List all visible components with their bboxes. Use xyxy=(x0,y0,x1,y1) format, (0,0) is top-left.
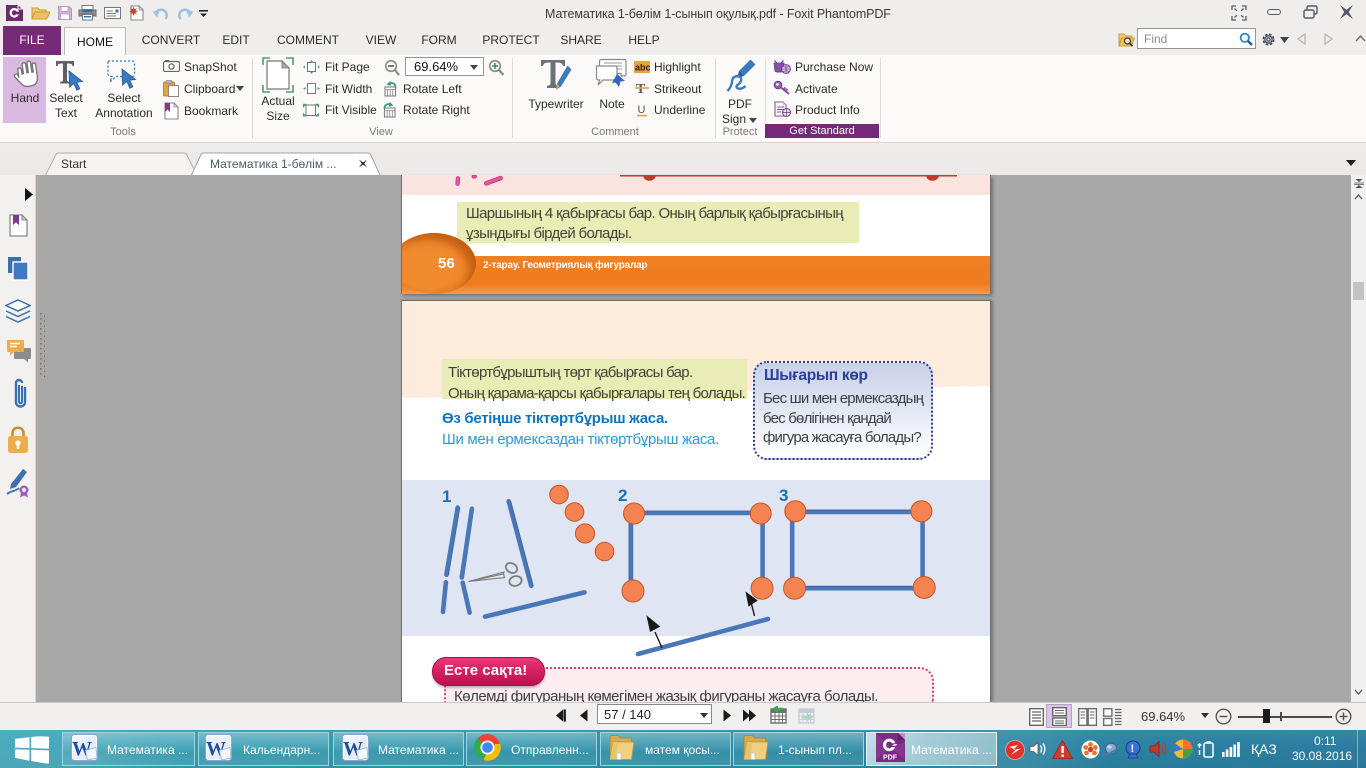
svg-text:PDF: PDF xyxy=(883,755,898,762)
svg-text:U: U xyxy=(638,104,646,116)
svg-text:T: T xyxy=(636,82,646,96)
svg-text:!: ! xyxy=(1131,743,1135,755)
svg-text:abc: abc xyxy=(635,63,650,73)
